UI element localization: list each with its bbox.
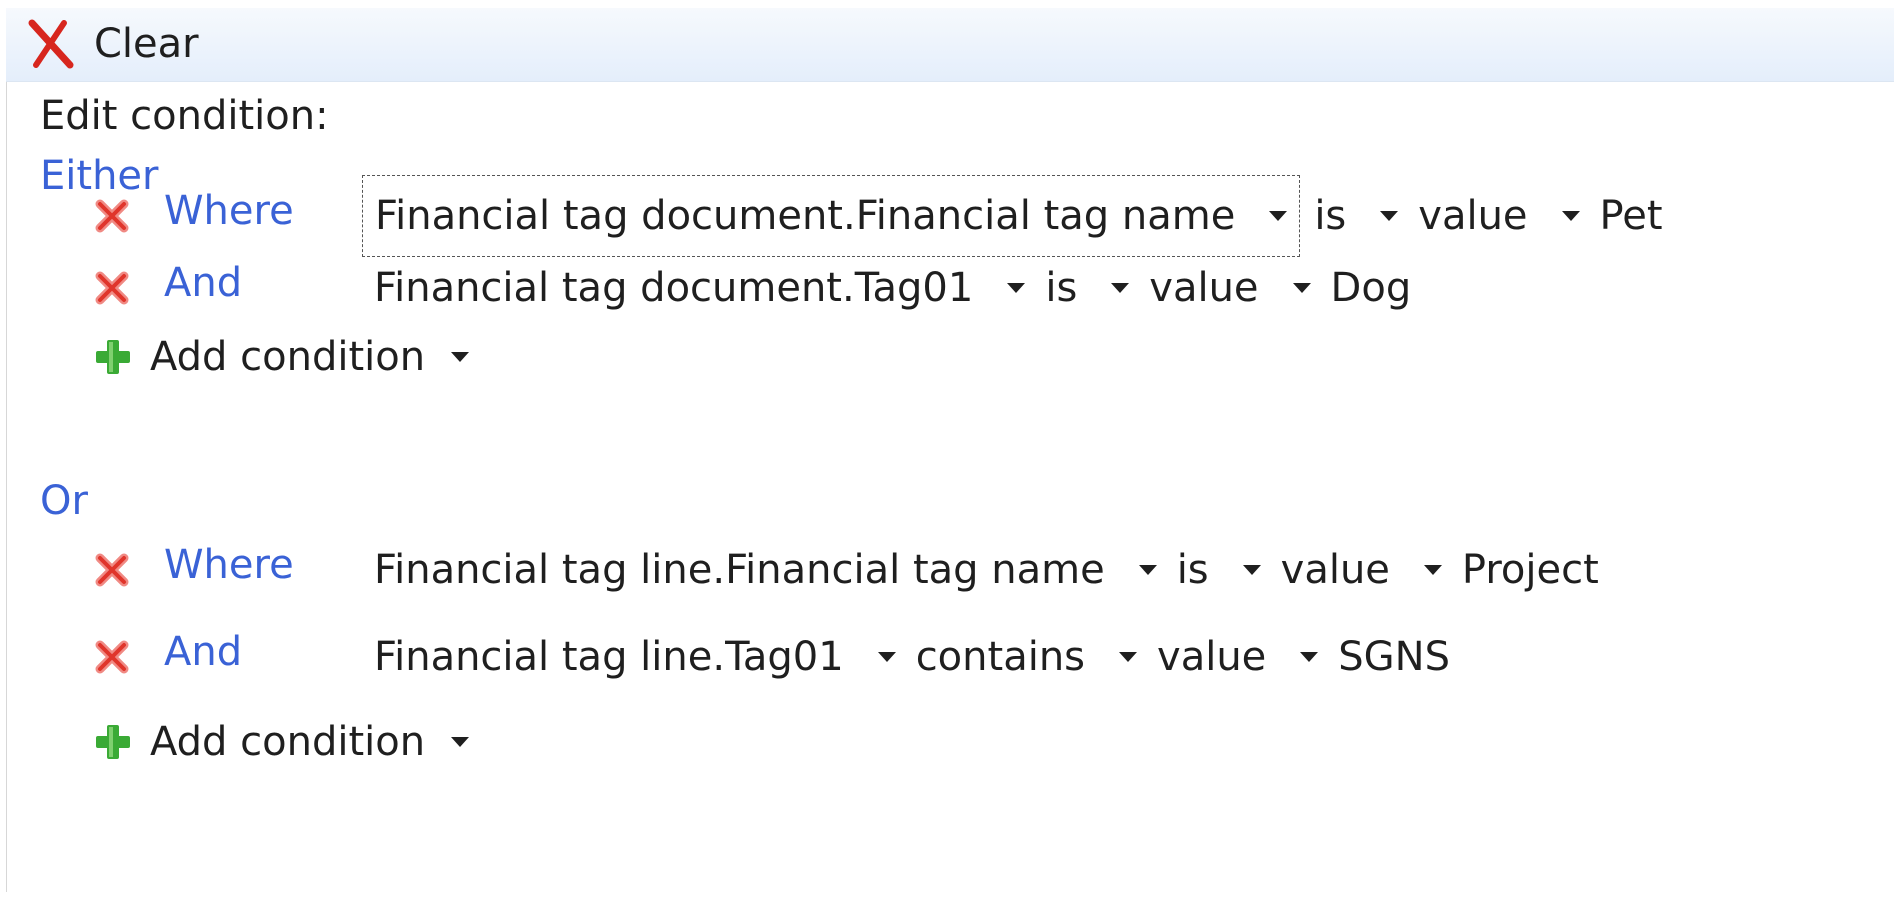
connector-and[interactable]: And	[164, 260, 242, 306]
add-condition-button[interactable]: Add condition	[92, 712, 470, 772]
connector-where[interactable]: Where	[164, 188, 294, 234]
chevron-down-icon	[1423, 565, 1442, 575]
chevron-down-icon	[1292, 283, 1311, 293]
field-value: Financial tag document.Financial tag nam…	[375, 193, 1236, 239]
field-dropdown[interactable]: Financial tag document.Tag01	[374, 265, 1045, 311]
value-type-dropdown[interactable]: value	[1157, 634, 1338, 680]
remove-condition-icon[interactable]	[92, 268, 132, 308]
add-condition-button[interactable]: Add condition	[92, 327, 470, 387]
field-dropdown[interactable]: Financial tag document.Financial tag nam…	[362, 175, 1301, 257]
operator-value: is	[1045, 265, 1078, 311]
clear-label: Clear	[94, 21, 199, 67]
field-value: Financial tag line.Tag01	[374, 634, 844, 680]
close-x-icon	[28, 19, 74, 69]
operator-dropdown[interactable]: contains	[916, 634, 1157, 680]
field-value: Financial tag document.Tag01	[374, 265, 974, 311]
value-type-value: value	[1149, 265, 1259, 311]
operator-value: is	[1176, 547, 1209, 593]
operator-value: contains	[915, 634, 1086, 680]
value-type-dropdown[interactable]: value	[1149, 265, 1330, 311]
value-input[interactable]: SGNS	[1338, 634, 1450, 680]
plus-icon	[96, 340, 130, 374]
value-input[interactable]: Pet	[1600, 193, 1663, 239]
group-label-or[interactable]: Or	[40, 478, 88, 524]
remove-condition-icon[interactable]	[92, 196, 132, 236]
chevron-down-icon	[1111, 283, 1130, 293]
toolbar: Clear	[6, 8, 1894, 82]
connector-where[interactable]: Where	[164, 542, 294, 588]
chevron-down-icon	[1269, 211, 1288, 221]
plus-icon	[96, 725, 130, 759]
value-type-value: value	[1418, 193, 1528, 239]
chevron-down-icon	[1007, 283, 1026, 293]
chevron-down-icon	[1300, 652, 1319, 662]
operator-dropdown[interactable]: is	[1314, 193, 1418, 239]
connector-and[interactable]: And	[164, 629, 242, 675]
field-dropdown[interactable]: Financial tag line.Tag01	[374, 634, 916, 680]
field-dropdown[interactable]: Financial tag line.Financial tag name	[374, 547, 1177, 593]
operator-value: is	[1314, 193, 1347, 239]
chevron-down-icon	[1242, 565, 1261, 575]
chevron-down-icon	[1380, 211, 1399, 221]
chevron-down-icon	[877, 652, 896, 662]
operator-dropdown[interactable]: is	[1177, 547, 1281, 593]
value-type-dropdown[interactable]: value	[1418, 193, 1599, 239]
edit-condition-label: Edit condition:	[40, 93, 329, 139]
value-input[interactable]: Project	[1462, 547, 1599, 593]
value-input[interactable]: Dog	[1331, 265, 1412, 311]
add-condition-label: Add condition	[150, 719, 426, 765]
remove-condition-icon[interactable]	[92, 637, 132, 677]
operator-dropdown[interactable]: is	[1045, 265, 1149, 311]
add-condition-label: Add condition	[150, 334, 426, 380]
remove-condition-icon[interactable]	[92, 550, 132, 590]
clear-button[interactable]: Clear	[24, 16, 199, 72]
chevron-down-icon	[1119, 652, 1138, 662]
field-value: Financial tag line.Financial tag name	[374, 547, 1105, 593]
chevron-down-icon	[1561, 211, 1580, 221]
value-type-dropdown[interactable]: value	[1281, 547, 1462, 593]
value-type-value: value	[1280, 547, 1390, 593]
chevron-down-icon	[1138, 565, 1157, 575]
chevron-down-icon	[451, 352, 470, 362]
value-type-value: value	[1157, 634, 1267, 680]
group-label-either[interactable]: Either	[40, 153, 158, 199]
chevron-down-icon	[451, 737, 470, 747]
